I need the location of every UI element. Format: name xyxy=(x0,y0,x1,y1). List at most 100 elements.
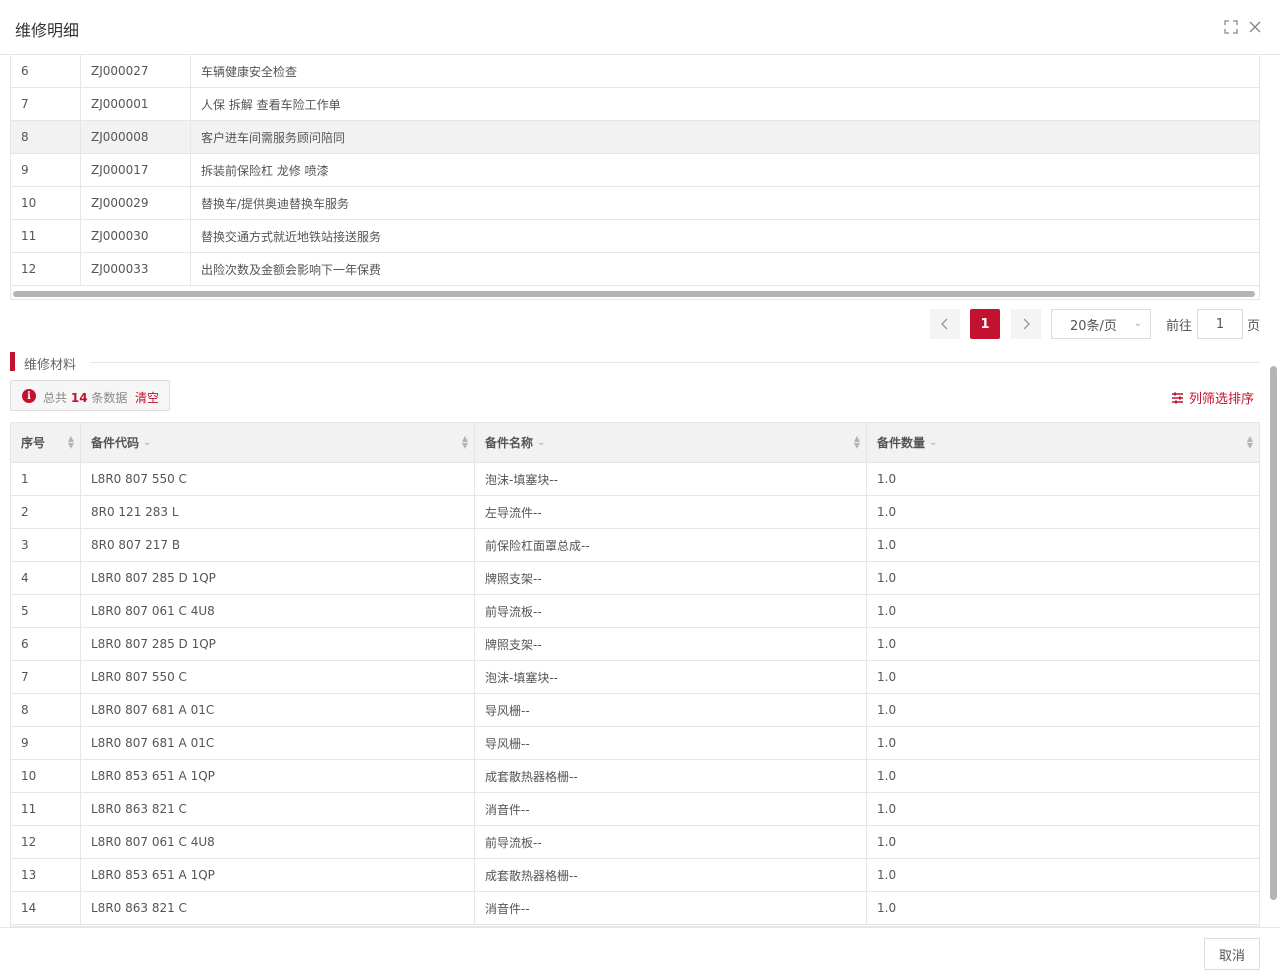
table-row[interactable]: 11 L8R0 863 821 C 消音件-- 1.0 xyxy=(11,793,1259,826)
table-row[interactable]: 2 8R0 121 283 L 左导流件-- 1.0 xyxy=(11,496,1259,529)
part-name: 左导流件-- xyxy=(475,496,867,528)
column-header-no[interactable]: 序号 ▲ ▼ xyxy=(11,423,81,462)
goto-label: 前往 xyxy=(1166,319,1193,334)
vertical-scrollbar[interactable] xyxy=(1270,366,1277,900)
chevron-right-icon xyxy=(1023,318,1030,330)
row-number: 10 xyxy=(11,760,81,792)
table-row[interactable]: 9 ZJ000017 拆装前保险杠 龙修 喷漆 xyxy=(11,154,1259,187)
part-quantity: 1.0 xyxy=(877,703,897,717)
part-code: L8R0 807 285 D 1QP xyxy=(81,628,475,660)
dialog-footer xyxy=(0,927,1280,980)
table-row[interactable]: 4 L8R0 807 285 D 1QP 牌照支架-- 1.0 xyxy=(11,562,1259,595)
section-title: 维修材料 xyxy=(24,358,77,373)
table-row[interactable]: 8 L8R0 807 681 A 01C 导风栅-- 1.0 xyxy=(11,694,1259,727)
table-row[interactable]: 7 L8R0 807 550 C 泡沫-填塞块-- 1.0 xyxy=(11,661,1259,694)
table-row[interactable]: 7 ZJ000001 人保 拆解 查看车险工作单 xyxy=(11,88,1259,121)
row-number: 4 xyxy=(11,562,81,594)
table-row[interactable]: 14 L8R0 863 821 C 消音件-- 1.0 xyxy=(11,892,1259,925)
summary-prefix: 总共 xyxy=(43,391,68,405)
part-quantity: 1.0 xyxy=(877,637,897,651)
table-row[interactable]: 5 L8R0 807 061 C 4U8 前导流板-- 1.0 xyxy=(11,595,1259,628)
column-label: 序号 xyxy=(21,436,46,450)
sort-icon[interactable]: ▲ ▼ xyxy=(68,435,74,450)
item-code: ZJ000008 xyxy=(81,121,191,153)
close-icon[interactable] xyxy=(1246,18,1264,36)
page-number-current[interactable]: 1 xyxy=(970,309,1000,339)
part-quantity: 1.0 xyxy=(877,835,897,849)
part-code: L8R0 863 821 C xyxy=(81,793,475,825)
section-divider xyxy=(90,362,1260,363)
column-header-qty[interactable]: 备件数量 ⌄ ▲ ▼ xyxy=(867,423,1259,462)
table-row[interactable]: 10 L8R0 853 651 A 1QP 成套散热器格栅-- 1.0 xyxy=(11,760,1259,793)
item-code: ZJ000017 xyxy=(81,154,191,186)
item-description: 出险次数及金额会影响下一年保费 xyxy=(201,262,382,277)
part-quantity: 1.0 xyxy=(877,604,897,618)
part-quantity: 1.0 xyxy=(877,571,897,585)
part-name: 前导流板-- xyxy=(475,826,867,858)
part-name: 消音件-- xyxy=(475,892,867,924)
table-row[interactable]: 6 ZJ000027 车辆健康安全检查 xyxy=(11,55,1259,88)
part-name: 前保险杠面罩总成-- xyxy=(475,529,867,561)
part-name: 成套散热器格栅-- xyxy=(475,760,867,792)
chevron-down-icon[interactable]: ⌄ xyxy=(929,437,937,448)
horizontal-scrollbar[interactable] xyxy=(13,291,1255,297)
part-quantity: 1.0 xyxy=(877,505,897,519)
item-description: 拆装前保险杠 龙修 喷漆 xyxy=(201,163,329,178)
table-row[interactable]: 13 L8R0 853 651 A 1QP 成套散热器格栅-- 1.0 xyxy=(11,859,1259,892)
row-number: 6 xyxy=(11,55,81,87)
part-name: 牌照支架-- xyxy=(475,628,867,660)
table-row[interactable]: 6 L8R0 807 285 D 1QP 牌照支架-- 1.0 xyxy=(11,628,1259,661)
column-header-code[interactable]: 备件代码 ⌄ ▲ ▼ xyxy=(81,423,475,462)
chevron-down-icon: ⌄ xyxy=(1133,318,1142,329)
sort-icon[interactable]: ▲ ▼ xyxy=(854,435,860,450)
part-quantity: 1.0 xyxy=(877,472,897,486)
chevron-down-icon[interactable]: ⌄ xyxy=(537,437,545,448)
part-quantity: 1.0 xyxy=(877,802,897,816)
summary-alert: i 总共 14 条数据 清空 xyxy=(10,380,170,411)
table-row[interactable]: 11 ZJ000030 替换交通方式就近地铁站接送服务 xyxy=(11,220,1259,253)
column-filter-button[interactable]: 列筛选排序 xyxy=(1171,388,1254,407)
maximize-icon[interactable] xyxy=(1222,18,1240,36)
column-label: 备件名称 xyxy=(485,436,534,450)
sort-icon[interactable]: ▲ ▼ xyxy=(462,435,468,450)
part-code: L8R0 807 681 A 01C xyxy=(81,727,475,759)
table-row-highlighted[interactable]: 8 ZJ000008 客户进车间需服务顾问陪同 xyxy=(11,121,1259,154)
table-row[interactable]: 12 L8R0 807 061 C 4U8 前导流板-- 1.0 xyxy=(11,826,1259,859)
part-code: L8R0 807 550 C xyxy=(81,463,475,495)
cancel-button[interactable]: 取消 xyxy=(1204,938,1260,970)
part-name: 导风栅-- xyxy=(475,727,867,759)
next-page-button[interactable] xyxy=(1011,309,1041,339)
summary-text: 总共 14 条数据 xyxy=(43,389,127,406)
part-name: 牌照支架-- xyxy=(475,562,867,594)
goto-page-input[interactable] xyxy=(1197,309,1243,339)
table-row[interactable]: 12 ZJ000033 出险次数及金额会影响下一年保费 xyxy=(11,253,1259,286)
part-code: L8R0 807 550 C xyxy=(81,661,475,693)
item-description: 车辆健康安全检查 xyxy=(201,64,298,79)
info-icon: i xyxy=(22,389,36,403)
item-code: ZJ000029 xyxy=(81,187,191,219)
row-number: 11 xyxy=(11,793,81,825)
part-quantity: 1.0 xyxy=(877,736,897,750)
prev-page-button[interactable] xyxy=(930,309,960,339)
row-number: 14 xyxy=(11,892,81,924)
table-row[interactable]: 9 L8R0 807 681 A 01C 导风栅-- 1.0 xyxy=(11,727,1259,760)
table-row[interactable]: 1 L8R0 807 550 C 泡沫-填塞块-- 1.0 xyxy=(11,463,1259,496)
section-accent-bar xyxy=(10,352,15,371)
summary-suffix: 条数据 xyxy=(91,391,128,405)
chevron-down-icon[interactable]: ⌄ xyxy=(143,437,151,448)
part-name: 泡沫-填塞块-- xyxy=(475,661,867,693)
column-header-name[interactable]: 备件名称 ⌄ ▲ ▼ xyxy=(475,423,867,462)
item-description: 替换交通方式就近地铁站接送服务 xyxy=(201,229,382,244)
sort-icon[interactable]: ▲ ▼ xyxy=(1247,435,1253,450)
item-description: 客户进车间需服务顾问陪同 xyxy=(201,130,346,145)
item-description: 人保 拆解 查看车险工作单 xyxy=(201,97,341,112)
row-number: 5 xyxy=(11,595,81,627)
page-size-select[interactable]: 20条/页 ⌄ xyxy=(1051,309,1151,339)
table-row[interactable]: 3 8R0 807 217 B 前保险杠面罩总成-- 1.0 xyxy=(11,529,1259,562)
part-quantity: 1.0 xyxy=(877,868,897,882)
table-row[interactable]: 10 ZJ000029 替换车/提供奥迪替换车服务 xyxy=(11,187,1259,220)
column-filter-label: 列筛选排序 xyxy=(1189,392,1255,407)
item-code: ZJ000027 xyxy=(81,55,191,87)
clear-button[interactable]: 清空 xyxy=(135,389,159,406)
part-code: 8R0 121 283 L xyxy=(81,496,475,528)
